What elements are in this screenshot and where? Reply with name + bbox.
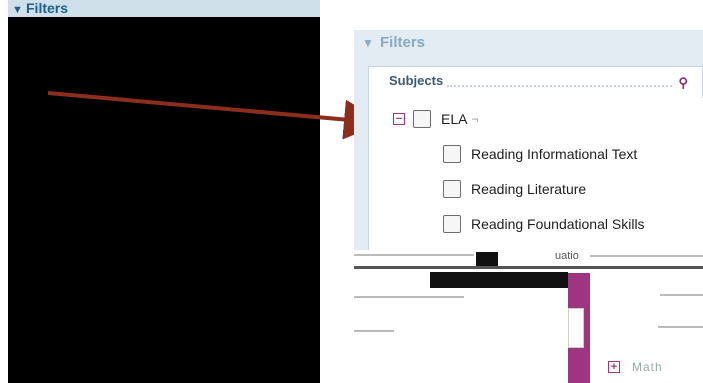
garbled-line bbox=[590, 255, 703, 257]
tree-item-child[interactable]: Reading Informational Text bbox=[443, 143, 637, 165]
expand-icon[interactable]: + bbox=[608, 361, 620, 373]
zoomed-filters-header-label: Filters bbox=[380, 34, 426, 51]
triangle-down-icon: ▼ bbox=[362, 36, 374, 50]
child-checkbox[interactable] bbox=[443, 145, 461, 163]
tree-item-child[interactable]: Reading Foundational Skills bbox=[443, 213, 645, 235]
search-icon[interactable]: ⚲ bbox=[678, 75, 688, 91]
ela-checkbox[interactable] bbox=[413, 110, 431, 128]
tree-item-ela[interactable]: − ELA ¬ bbox=[393, 108, 478, 130]
tree-item-child[interactable]: Reading Literature bbox=[443, 178, 586, 200]
garbled-block bbox=[476, 252, 498, 266]
tree-item-label: Reading Literature bbox=[471, 181, 587, 197]
child-checkbox[interactable] bbox=[443, 180, 461, 198]
subjects-label: Subjects bbox=[389, 73, 444, 88]
scrollbar-thumb[interactable] bbox=[568, 308, 584, 348]
subject-tree: − ELA ¬ Reading Informational Text Readi… bbox=[368, 98, 703, 250]
garbled-line bbox=[658, 326, 703, 328]
child-checkbox[interactable] bbox=[443, 215, 461, 233]
garbled-line bbox=[354, 296, 464, 298]
garbled-line bbox=[354, 254, 474, 256]
tree-item-label: Reading Informational Text bbox=[471, 146, 638, 162]
ela-count-icon: ¬ bbox=[471, 112, 479, 126]
tree-item-math[interactable]: + Math bbox=[608, 360, 663, 374]
subjects-divider bbox=[447, 85, 672, 87]
garbled-line bbox=[354, 266, 703, 269]
collapse-icon[interactable]: − bbox=[393, 113, 405, 125]
zoomed-filters-header[interactable]: ▼ Filters bbox=[354, 30, 703, 60]
subjects-header[interactable]: Subjects ⚲ bbox=[368, 66, 703, 98]
tree-item-label: Math bbox=[632, 360, 663, 374]
tree-item-label: Reading Foundational Skills bbox=[471, 216, 645, 232]
garbled-line bbox=[660, 294, 703, 296]
garbled-block bbox=[430, 272, 568, 288]
partial-label: uatio bbox=[555, 250, 579, 262]
garbled-line bbox=[354, 330, 394, 332]
tree-item-label: ELA bbox=[441, 111, 468, 127]
